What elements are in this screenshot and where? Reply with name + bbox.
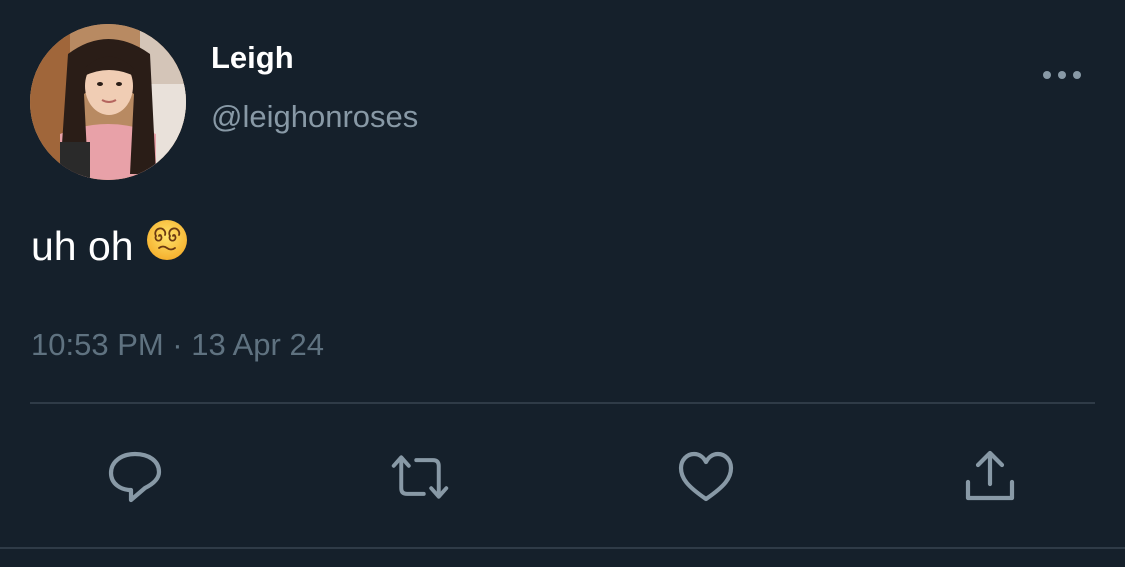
avatar-photo (30, 24, 186, 180)
divider (30, 402, 1095, 404)
like-button[interactable] (676, 447, 736, 507)
tweet-text-content: uh oh (31, 223, 134, 269)
display-name[interactable]: Leigh (211, 38, 294, 78)
tweet-timestamp[interactable]: 10:53 PM · 13 Apr 24 (31, 325, 324, 365)
like-icon (678, 451, 734, 502)
tweet-card: Leigh @leighonroses uh oh 10:53 PM · 13 … (0, 0, 1125, 567)
reply-button[interactable] (105, 447, 165, 507)
avatar[interactable] (30, 24, 186, 180)
retweet-icon (391, 455, 449, 499)
dizzy-face-emoji-icon (146, 219, 188, 271)
bottom-divider (0, 547, 1125, 549)
reply-icon (108, 451, 162, 503)
more-icon (1043, 71, 1081, 79)
user-handle[interactable]: @leighonroses (211, 97, 418, 137)
share-icon (965, 450, 1015, 501)
more-options-button[interactable] (1036, 58, 1088, 92)
share-button[interactable] (960, 447, 1020, 507)
retweet-button[interactable] (390, 447, 450, 507)
tweet-text: uh oh (31, 219, 188, 271)
